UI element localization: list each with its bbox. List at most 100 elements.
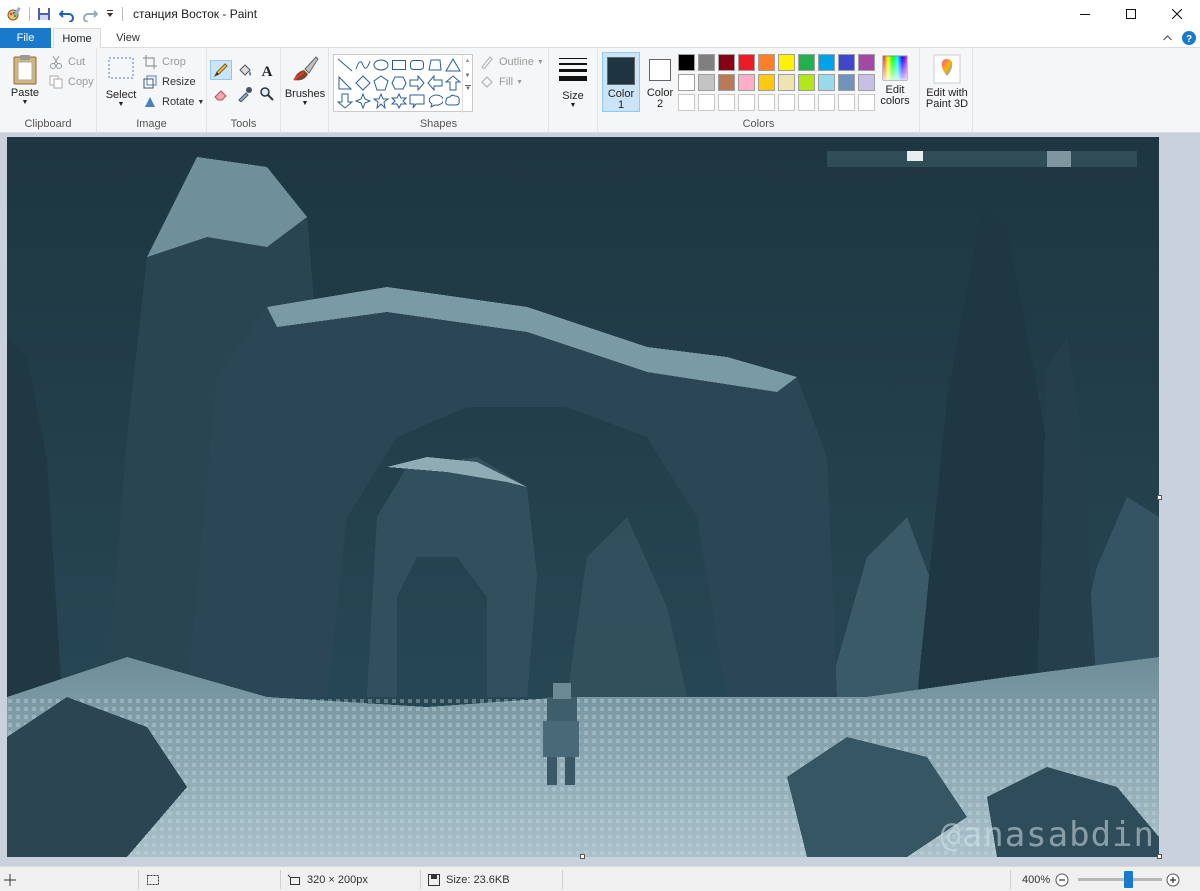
palette-swatch[interactable] — [698, 54, 715, 71]
palette-swatch[interactable] — [818, 54, 835, 71]
cut-button[interactable]: Cut — [48, 53, 85, 71]
palette-swatch[interactable] — [838, 74, 855, 91]
hexagon-shape-icon[interactable] — [390, 74, 408, 92]
fill-dropdown-icon[interactable]: ▼ — [516, 79, 523, 86]
palette-swatch[interactable] — [738, 74, 755, 91]
palette-swatch[interactable] — [838, 54, 855, 71]
palette-swatch[interactable] — [718, 54, 735, 71]
tab-file[interactable]: File — [0, 28, 51, 48]
rounded-rectangle-shape-icon[interactable] — [408, 56, 426, 74]
down-arrow-shape-icon[interactable] — [336, 92, 354, 110]
five-point-star-shape-icon[interactable] — [372, 92, 390, 110]
collapse-ribbon-icon[interactable] — [1156, 29, 1178, 47]
copy-button[interactable]: Copy — [48, 73, 94, 91]
outline-button[interactable]: Outline ▼ — [479, 53, 544, 71]
rotate-dropdown-icon[interactable]: ▼ — [197, 99, 204, 106]
brushes-button[interactable]: Brushes ▼ — [283, 54, 327, 108]
size-dropdown-icon[interactable]: ▼ — [553, 102, 593, 110]
resize-handle-bottom[interactable] — [580, 854, 585, 859]
four-point-star-shape-icon[interactable] — [354, 92, 372, 110]
palette-swatch[interactable] — [798, 54, 815, 71]
eraser-tool[interactable] — [210, 84, 232, 104]
resize-button[interactable]: Resize — [142, 73, 196, 91]
left-arrow-shape-icon[interactable] — [426, 74, 444, 92]
palette-swatch[interactable] — [758, 54, 775, 71]
shapes-scrollbar[interactable]: ▲ ▼ ▼ — [462, 55, 472, 113]
magnifier-tool[interactable] — [256, 84, 278, 104]
zoom-out-button[interactable] — [1055, 867, 1069, 891]
palette-swatch[interactable] — [738, 54, 755, 71]
select-button[interactable]: Select ▼ — [102, 54, 140, 109]
redo-icon[interactable] — [82, 6, 98, 22]
palette-swatch[interactable] — [678, 74, 695, 91]
size-button[interactable]: Size ▼ — [553, 56, 593, 110]
zoom-in-button[interactable] — [1166, 867, 1180, 891]
curve-shape-icon[interactable] — [354, 56, 372, 74]
palette-swatch[interactable] — [758, 74, 775, 91]
right-triangle-shape-icon[interactable] — [336, 74, 354, 92]
diamond-shape-icon[interactable] — [354, 74, 372, 92]
save-icon[interactable] — [36, 6, 52, 22]
palette-swatch[interactable] — [818, 94, 835, 111]
polygon-shape-icon[interactable] — [426, 56, 444, 74]
text-tool[interactable]: A — [256, 60, 278, 80]
edit-colors-button[interactable]: Edit colors — [876, 54, 914, 107]
palette-swatch[interactable] — [718, 74, 735, 91]
cloud-callout-shape-icon[interactable] — [444, 92, 462, 110]
color2-button[interactable]: Color 2 — [642, 52, 678, 112]
tab-view[interactable]: View — [108, 28, 148, 48]
palette-swatch[interactable] — [858, 54, 875, 71]
palette-swatch[interactable] — [738, 94, 755, 111]
oval-shape-icon[interactable] — [372, 56, 390, 74]
resize-handle-right[interactable] — [1157, 495, 1162, 500]
undo-icon[interactable] — [59, 6, 75, 22]
triangle-shape-icon[interactable] — [444, 56, 462, 74]
edit-with-paint3d-button[interactable]: Edit with Paint 3D — [922, 54, 972, 110]
palette-swatch[interactable] — [858, 94, 875, 111]
rectangle-shape-icon[interactable] — [390, 56, 408, 74]
rect-callout-shape-icon[interactable] — [408, 92, 426, 110]
palette-swatch[interactable] — [798, 74, 815, 91]
select-dropdown-icon[interactable]: ▼ — [102, 101, 140, 109]
palette-swatch[interactable] — [698, 94, 715, 111]
scroll-down-icon[interactable]: ▼ — [463, 73, 472, 79]
color-picker-tool[interactable] — [234, 84, 256, 104]
outline-dropdown-icon[interactable]: ▼ — [537, 59, 544, 66]
palette-swatch[interactable] — [678, 54, 695, 71]
palette-swatch[interactable] — [678, 94, 695, 111]
palette-swatch[interactable] — [798, 94, 815, 111]
brushes-dropdown-icon[interactable]: ▼ — [283, 100, 327, 108]
crop-button[interactable]: Crop — [142, 53, 186, 71]
palette-swatch[interactable] — [718, 94, 735, 111]
up-arrow-shape-icon[interactable] — [444, 74, 462, 92]
rotate-button[interactable]: Rotate ▼ — [142, 93, 204, 111]
six-point-star-shape-icon[interactable] — [390, 92, 408, 110]
zoom-slider-track[interactable] — [1078, 878, 1162, 881]
line-shape-icon[interactable] — [336, 56, 354, 74]
color1-button[interactable]: Color 1 — [602, 52, 640, 112]
paste-button[interactable]: Paste ▼ — [5, 54, 45, 107]
tab-home[interactable]: Home — [53, 28, 101, 49]
help-icon[interactable]: ? — [1178, 29, 1200, 47]
canvas[interactable]: @anasabdin — [7, 137, 1159, 857]
minimize-button[interactable] — [1062, 0, 1108, 28]
oval-callout-shape-icon[interactable] — [426, 92, 444, 110]
palette-swatch[interactable] — [778, 94, 795, 111]
scroll-up-icon[interactable]: ▲ — [463, 58, 472, 64]
paint-app-icon[interactable] — [6, 6, 22, 22]
gallery-expand-icon[interactable]: ▼ — [465, 85, 471, 92]
palette-swatch[interactable] — [818, 74, 835, 91]
pencil-tool[interactable] — [210, 60, 232, 80]
fill-button[interactable]: Fill ▼ — [479, 73, 523, 91]
paste-dropdown-icon[interactable]: ▼ — [5, 99, 45, 107]
palette-swatch[interactable] — [698, 74, 715, 91]
fill-tool[interactable] — [234, 60, 256, 80]
palette-swatch[interactable] — [778, 54, 795, 71]
palette-swatch[interactable] — [858, 74, 875, 91]
palette-swatch[interactable] — [758, 94, 775, 111]
palette-swatch[interactable] — [838, 94, 855, 111]
palette-swatch[interactable] — [778, 74, 795, 91]
pentagon-shape-icon[interactable] — [372, 74, 390, 92]
zoom-slider-thumb[interactable] — [1124, 871, 1133, 888]
resize-handle-corner[interactable] — [1157, 854, 1162, 859]
